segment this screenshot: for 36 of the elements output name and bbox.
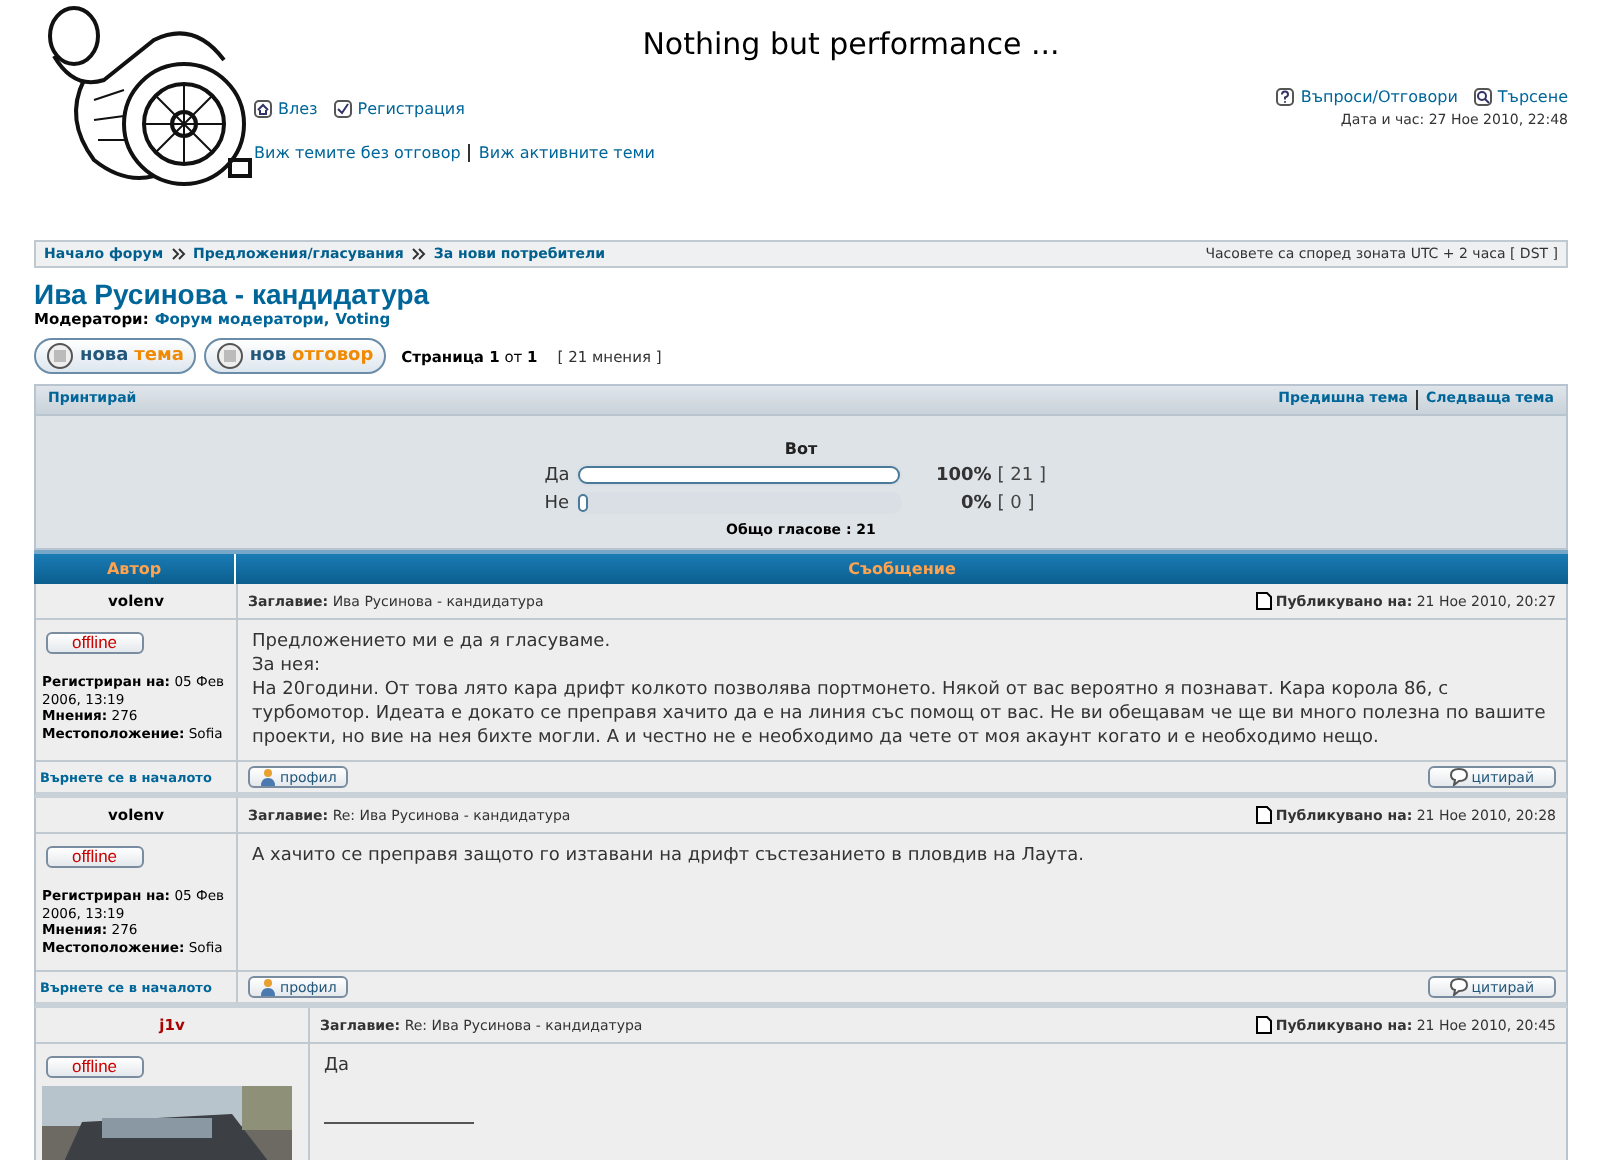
header-link[interactable]: Влез (254, 88, 318, 128)
poll-percent: 0% (958, 493, 992, 513)
search-icon (1473, 88, 1492, 106)
offline-status: offline (46, 846, 144, 868)
poll-option: Не (544, 493, 570, 513)
post-text: А хачито се преправя защото го изтавани на дрифт състезанието в пловдив на Лаута. (252, 844, 1086, 868)
poll-option: Да (544, 465, 570, 485)
speech-bubble-icon (1449, 978, 1468, 996)
user-icon (260, 768, 276, 786)
post-text: Да (324, 1054, 352, 1078)
login-icon (254, 99, 272, 117)
offline-status: offline (46, 1056, 144, 1078)
post-text: На 20години. От това лято кара дрифт колкото позволява портмонето. Някой от вас вероятно я познават. Кара корола 86, с турбомотор. Идеата е докато се преправя хачито да е на линия със помощ от вас. Не ви обещавам че ще ви много полезна по вашите проекти, но вие на нея бихте могли. А и честно не е необходимо да чете от моя акаунт когато и е необходимо нещо. (252, 678, 1548, 750)
poll-question: Вот (784, 440, 818, 458)
header-link[interactable]: Търсене (1473, 88, 1568, 106)
user-icon (260, 978, 276, 996)
help-icon (1276, 88, 1295, 106)
vote-count: [ 21 ] (997, 465, 1048, 485)
poll-percent: 100% (933, 465, 992, 485)
offline-status: offline (46, 632, 144, 654)
header-link[interactable]: Регистрация (333, 88, 465, 128)
header-link[interactable]: Въпроси/Отговори (1276, 88, 1458, 106)
site-title: Nothing but performance ... (640, 26, 1062, 62)
column-header: Автор (104, 558, 164, 582)
chevron-icon (171, 248, 186, 260)
speech-bubble-icon (1449, 768, 1468, 786)
new-topic-button[interactable]: нова тема (34, 338, 196, 374)
post-text: Предложението ми е да я гласуваме. (252, 630, 613, 654)
vote-count: [ 0 ] (997, 493, 1037, 513)
topic-link[interactable]: Виж активните теми (468, 144, 655, 162)
topic-link[interactable]: Виж темите без отговор (254, 144, 461, 162)
reply-button[interactable]: нов отговор (203, 338, 386, 374)
post-text: За нея: (252, 654, 323, 678)
chevron-icon (411, 248, 426, 260)
topic-title[interactable]: Ива Русинова - кандидатура (34, 280, 1568, 310)
checkbox-icon (333, 99, 352, 117)
